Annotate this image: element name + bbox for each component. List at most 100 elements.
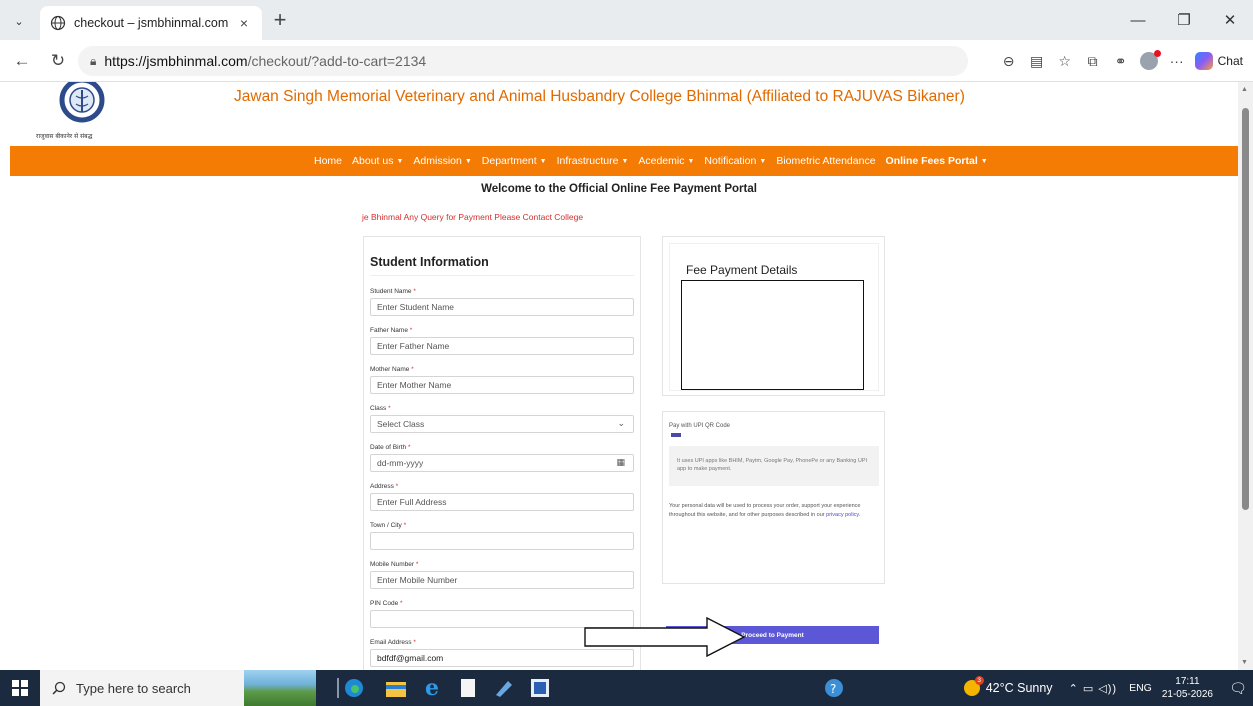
weather-text: 42°C Sunny (985, 681, 1053, 695)
mobile-number-input[interactable]: Enter Mobile Number (370, 571, 634, 589)
clock[interactable]: 17:11 21-05-2026 (1162, 675, 1213, 701)
zoom-icon[interactable]: ⊖ (995, 48, 1023, 74)
college-logo[interactable]: राजुवास बीकानेर से संबद्ध (32, 82, 138, 144)
minimize-icon[interactable]: — (1115, 0, 1161, 40)
address-input[interactable]: Enter Full Address (370, 493, 634, 511)
back-arrow-icon[interactable]: ← (12, 51, 32, 71)
menu-item-infrastructure[interactable]: Infrastructure ▼ (557, 155, 629, 167)
tab-close-icon[interactable]: × (236, 15, 252, 31)
main-menu: Home About us ▼ Admission ▼ Department ▼ Infras… (10, 146, 1238, 176)
required-asterisk: * (409, 366, 414, 373)
field-text: Select Class (377, 419, 425, 429)
tab-actions-chevron-icon[interactable]: ⌄ (8, 10, 30, 32)
student-info-card: Student Information Student Name * Enter … (363, 236, 641, 670)
collections-icon[interactable]: ⚭ (1107, 48, 1135, 74)
new-tab-button[interactable]: + (268, 9, 292, 33)
tab-title: checkout – jsmbhinmal.com (74, 16, 228, 30)
father-name-input[interactable]: Enter Father Name (370, 337, 634, 355)
menu-item-admission[interactable]: Admission ▼ (413, 155, 471, 167)
menu-item-label: Department (481, 155, 537, 167)
select-chevron-icon: ⌄ (617, 418, 625, 428)
mobile-number-label: Mobile Number * (370, 561, 418, 568)
reader-view-icon[interactable]: ▤ (1023, 48, 1051, 74)
more-menu-icon[interactable]: ··· (1163, 48, 1191, 74)
field-text: Enter Full Address (377, 497, 447, 507)
menu-item-acedemic[interactable]: Acedemic ▼ (638, 155, 694, 167)
scrollbar-thumb[interactable] (1242, 108, 1249, 510)
notepad-icon[interactable] (456, 676, 480, 700)
copilot-chat-button[interactable]: Chat (1191, 52, 1253, 70)
restore-icon[interactable]: ❐ (1161, 0, 1207, 40)
menu-item-biometric-attendance[interactable]: Biometric Attendance (776, 155, 875, 167)
field-label-text: Mother Name (370, 366, 410, 373)
menu-item-label: Acedemic (638, 155, 685, 167)
help-app-icon[interactable]: ? (822, 676, 846, 700)
paint-icon[interactable] (492, 676, 516, 700)
address-toolbar: ← ↻ 🔒︎ https://jsmbhinmal.com/checkout/?… (0, 40, 1253, 82)
start-button[interactable] (0, 670, 40, 706)
date-of-birth-input[interactable]: dd-mm-yyyy ▦ (370, 454, 634, 472)
extensions-icon[interactable]: ⧉ (1079, 48, 1107, 74)
word-icon[interactable] (528, 676, 552, 700)
internet-explorer-icon[interactable]: e (420, 675, 444, 701)
page-scrollbar[interactable]: ▲ ▼ (1238, 82, 1253, 670)
favorite-star-icon[interactable]: ☆ (1051, 48, 1079, 74)
menu-item-label: Admission (413, 155, 462, 167)
field-label-text: Address (370, 483, 394, 490)
field-text: Enter Mother Name (377, 380, 452, 390)
class-input[interactable]: Select Class ⌄ (370, 415, 634, 433)
student-name-input[interactable]: Enter Student Name (370, 298, 634, 316)
tray-icons[interactable]: ⌃ ▭ ◁)) (1069, 682, 1118, 695)
required-asterisk: * (393, 483, 399, 490)
menu-item-online-fees-portal[interactable]: Online Fees Portal ▼ (886, 155, 988, 167)
taskbar-search-box[interactable]: Type here to search (40, 670, 244, 706)
url-host: https://jsmbhinmal.com (104, 53, 248, 69)
field-label-text: Student Name (370, 288, 412, 295)
menu-item-department[interactable]: Department ▼ (482, 155, 547, 167)
scroll-down-icon[interactable]: ▼ (1241, 659, 1248, 666)
town-city-input[interactable] (370, 532, 634, 550)
menu-item-about-us[interactable]: About us ▼ (352, 155, 403, 167)
menu-item-label: Notification (704, 155, 757, 167)
menu-item-notification[interactable]: Notification ▼ (704, 155, 766, 167)
weather-widget[interactable]: 42°C Sunny (963, 676, 1053, 696)
windows-taskbar: Type here to search e ? 42°C Sunny ⌃ ▭ ◁… (0, 670, 1253, 706)
scroll-up-icon[interactable]: ▲ (1241, 86, 1248, 93)
payment-method-card: Pay with UPI QR Code It uses UPI apps li… (662, 411, 885, 584)
close-window-icon[interactable]: ✕ (1207, 0, 1253, 40)
language-indicator[interactable]: ENG (1129, 682, 1152, 694)
upi-description: It uses UPI apps like BHIM, Paytm, Googl… (669, 446, 879, 486)
field-label-text: Email Address (370, 639, 412, 646)
field-label-text: Father Name (370, 327, 408, 334)
menu-item-label: Infrastructure (556, 155, 619, 167)
upi-option-label[interactable]: Pay with UPI QR Code (669, 423, 730, 429)
clock-time: 17:11 (1175, 676, 1200, 687)
site-info-icon[interactable]: 🔒︎ (90, 54, 96, 69)
url-bar[interactable]: 🔒︎ https://jsmbhinmal.com/checkout/?add-… (78, 46, 968, 76)
field-label-text: PIN Code (370, 600, 399, 607)
field-text: Enter Mobile Number (377, 575, 458, 585)
refresh-icon[interactable]: ↻ (48, 51, 68, 71)
menu-item-label: About us (352, 155, 394, 167)
field-label-text: Mobile Number (370, 561, 415, 568)
calendar-icon[interactable]: ▦ (616, 457, 625, 468)
privacy-policy-link[interactable]: privacy policy. (826, 512, 860, 518)
url-path: /checkout/?add-to-cart=2134 (247, 53, 427, 69)
mother-name-input[interactable]: Enter Mother Name (370, 376, 634, 394)
date-of-birth-label: Date of Birth * (370, 444, 410, 451)
edge-browser-icon[interactable] (342, 676, 366, 700)
field-label-text: Date of Birth (370, 444, 407, 451)
copilot-icon (1194, 52, 1213, 70)
file-explorer-icon[interactable] (384, 676, 408, 700)
logo-caption: राजुवास बीकानेर से संबद्ध (36, 132, 93, 140)
windows-logo-icon (12, 680, 28, 696)
notice-marquee: je Bhinmal Any Query for Payment Please … (362, 212, 584, 222)
profile-avatar[interactable] (1135, 48, 1163, 74)
caret-down-icon: ▼ (759, 158, 767, 165)
field-label-text: Class (370, 405, 387, 412)
browser-tab[interactable]: checkout – jsmbhinmal.com × (40, 6, 262, 40)
portal-welcome-heading: Welcome to the Official Online Fee Payme… (481, 183, 757, 195)
field-text: bdfdf@gmail.com (377, 653, 444, 663)
notification-center-icon[interactable]: 🗨︎ (1223, 670, 1253, 706)
menu-item-home[interactable]: Home (314, 155, 342, 167)
